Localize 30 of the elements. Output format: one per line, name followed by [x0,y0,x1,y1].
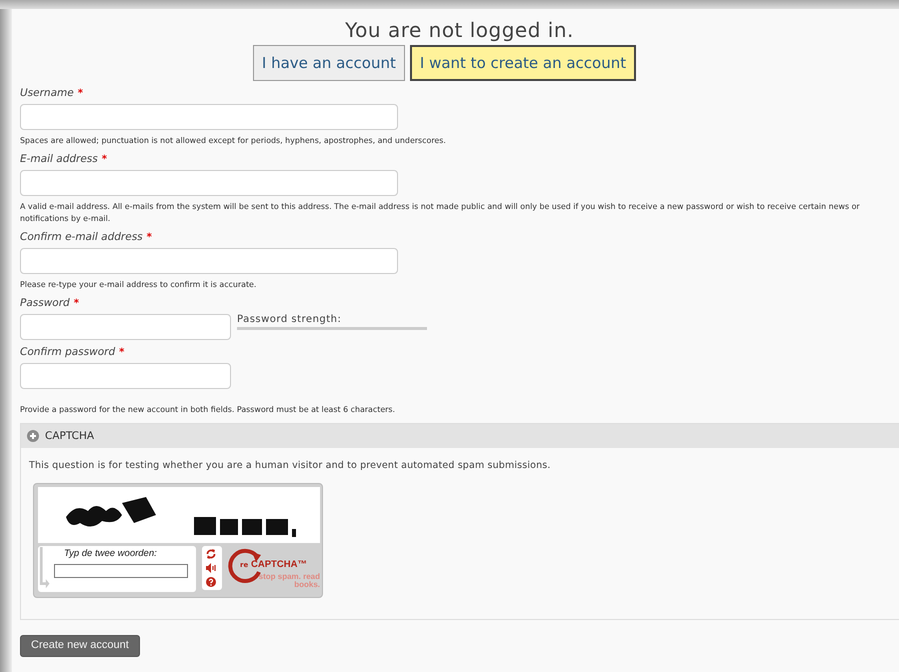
required-mark: * [102,154,107,165]
field-label: Confirm e-mail address [20,231,143,243]
captcha-input[interactable] [54,564,188,578]
input-field[interactable] [20,248,398,274]
input-field[interactable] [20,104,398,130]
field-label: Password [20,297,70,309]
field-label: E-mail address [20,153,98,165]
input-field[interactable] [20,314,231,340]
captcha-legend[interactable]: CAPTCHA [45,430,94,442]
page-title: You are not logged in. [344,18,575,42]
refresh-icon[interactable] [205,548,217,560]
logo-tagline: stop spam. read books. [258,573,320,589]
required-mark: * [119,347,124,358]
required-mark: * [74,298,79,309]
captcha-description: This question is for testing whether you are a human visitor and to prevent automated spam submissions. [29,460,552,471]
expand-icon[interactable] [27,430,39,442]
captcha-prompt: Typ de twee woorden: [64,548,158,559]
field-label: Confirm password [20,346,116,358]
account-tab[interactable]: I want to create an account [410,45,636,81]
field-label: Username [20,87,74,99]
account-tab[interactable]: I have an account [252,45,405,81]
required-mark: * [78,88,83,99]
audio-icon[interactable] [205,562,217,574]
create-account-button[interactable]: Create new account [20,635,140,657]
input-field[interactable] [20,363,231,389]
logo-brand: CAPTCHA™ [251,559,307,570]
required-mark: * [146,232,152,243]
help-icon[interactable] [205,576,217,588]
strength-label: Password strength: [237,314,342,325]
input-field[interactable] [20,170,398,196]
